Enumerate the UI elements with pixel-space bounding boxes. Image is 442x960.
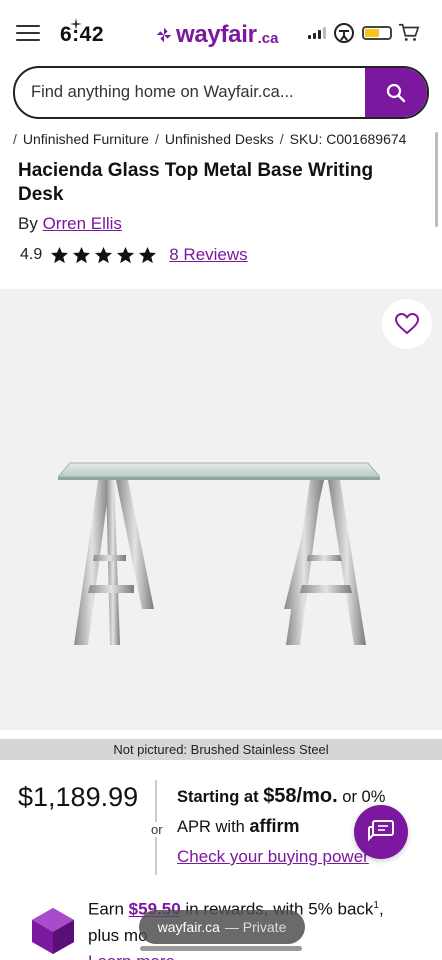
zero-percent-label: or 0% — [342, 788, 386, 806]
status-icons — [308, 22, 420, 44]
pinwheel-logo-icon — [156, 27, 172, 43]
search-icon — [386, 83, 406, 102]
search-input[interactable] — [15, 68, 365, 117]
logo-text: wayfair — [176, 21, 257, 48]
buying-power-link[interactable]: Check your buying power — [177, 847, 369, 866]
star-icon — [73, 246, 91, 263]
rating-value: 4.9 — [20, 246, 43, 263]
product-image — [58, 462, 380, 645]
browser-domain: wayfair.ca — [157, 919, 220, 935]
wayfair-logo[interactable]: wayfair .ca — [155, 20, 278, 50]
star-icon — [139, 246, 157, 263]
reviews-link[interactable]: 8 Reviews — [169, 245, 247, 265]
star-icon — [117, 246, 135, 263]
top-bar: 6:42 wayfair .ca — [0, 0, 442, 66]
status-time: 6:42 — [60, 23, 105, 46]
browser-private-label: — Private — [224, 919, 287, 935]
search-bar — [13, 66, 429, 119]
heart-icon — [395, 313, 419, 335]
monthly-price: $58/mo. — [263, 785, 338, 807]
learn-more-link[interactable]: Learn more — [88, 952, 175, 960]
favorite-button[interactable] — [382, 299, 432, 349]
chat-icon — [368, 820, 394, 842]
breadcrumb: / Unfinished Furniture / Unfinished Desk… — [13, 131, 407, 147]
by-label: By — [18, 214, 38, 233]
product-price: $1,189.99 — [18, 782, 139, 812]
browser-address-pill[interactable]: wayfair.ca — Private — [139, 910, 305, 944]
menu-icon[interactable] — [16, 25, 40, 43]
home-indicator — [140, 946, 302, 951]
product-image-gallery[interactable] — [0, 289, 442, 730]
scroll-indicator — [435, 132, 438, 227]
brand-byline: By Orren Ellis — [18, 214, 122, 234]
breadcrumb-item-unfinished-furniture[interactable]: Unfinished Furniture — [23, 131, 149, 147]
apr-label: APR with — [177, 818, 245, 836]
breadcrumb-item-unfinished-desks[interactable]: Unfinished Desks — [165, 131, 274, 147]
starting-at-label: Starting at — [177, 788, 259, 806]
search-button[interactable] — [365, 68, 427, 117]
affirm-logo: affirm — [249, 816, 300, 836]
brand-link[interactable]: Orren Ellis — [43, 214, 122, 233]
chat-button[interactable] — [354, 805, 408, 859]
or-label: or — [150, 822, 164, 837]
earn-label: Earn — [88, 899, 124, 919]
battery-icon — [362, 26, 392, 40]
not-pictured-note: Not pictured: Brushed Stainless Steel — [0, 739, 442, 760]
star-icon — [95, 246, 113, 263]
signal-icon — [308, 27, 326, 39]
accessibility-icon — [334, 23, 354, 43]
star-rating — [50, 246, 157, 265]
product-page: 6:42 wayfair .ca Find anything home on W… — [0, 0, 442, 960]
sparkle-icon — [70, 18, 82, 30]
sku-label: SKU: C001689674 — [289, 131, 407, 147]
cart-icon[interactable] — [398, 22, 420, 44]
rating-row: 4.9 8 Reviews — [20, 245, 248, 265]
star-icon — [51, 246, 69, 263]
product-title: Hacienda Glass Top Metal Base Writing De… — [18, 160, 374, 205]
rewards-gem-icon — [32, 908, 74, 954]
logo-suffix: .ca — [257, 29, 279, 47]
